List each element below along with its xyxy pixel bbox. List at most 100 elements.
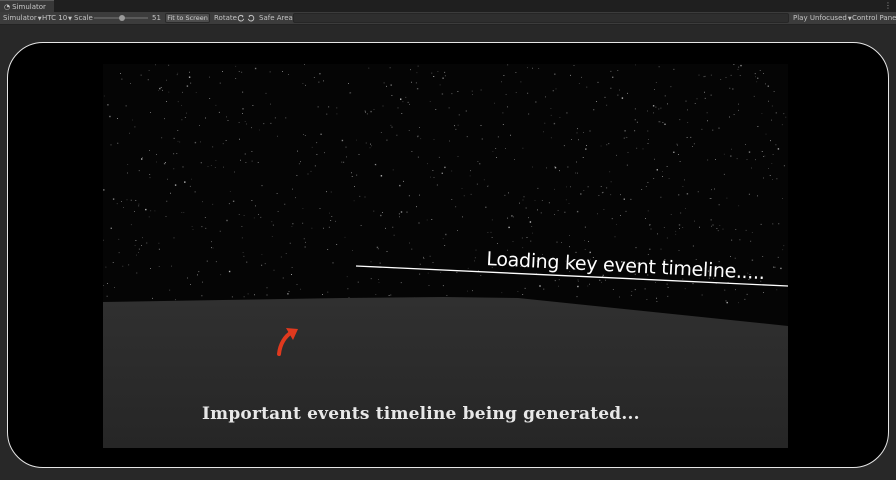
star <box>222 143 224 145</box>
star <box>673 151 675 153</box>
star <box>261 264 263 266</box>
star <box>351 172 352 174</box>
star <box>479 163 481 165</box>
star <box>222 71 223 72</box>
star <box>660 248 662 250</box>
fit-to-screen-button[interactable]: Fit to Screen <box>165 13 210 23</box>
star <box>532 232 533 234</box>
star <box>329 212 330 214</box>
star <box>501 81 502 83</box>
star <box>194 191 196 193</box>
safe-area-toggle[interactable]: Safe Area <box>259 12 293 24</box>
rotate-right-icon[interactable] <box>247 14 255 22</box>
star <box>128 264 130 266</box>
simulator-tab[interactable]: ◔ Simulator <box>0 0 54 12</box>
star <box>775 144 777 146</box>
rotate-left-icon[interactable] <box>237 14 245 22</box>
star <box>710 94 712 96</box>
star <box>177 140 179 142</box>
star <box>326 191 327 193</box>
star <box>757 77 759 79</box>
star <box>780 267 782 270</box>
star <box>323 227 324 229</box>
star <box>634 108 636 110</box>
star <box>692 146 693 147</box>
star <box>303 134 304 135</box>
star <box>417 136 419 138</box>
star <box>254 67 257 70</box>
star <box>383 82 385 84</box>
star <box>192 229 194 230</box>
star <box>223 166 224 168</box>
star <box>662 176 663 177</box>
star <box>130 199 132 201</box>
star <box>737 68 739 70</box>
star <box>485 206 487 208</box>
star <box>554 166 556 168</box>
star <box>785 116 787 118</box>
star <box>346 276 348 278</box>
star <box>490 231 492 233</box>
star <box>666 283 668 285</box>
star <box>620 215 621 216</box>
star <box>623 137 625 139</box>
device-dropdown[interactable]: HTC 10▼ <box>42 12 72 24</box>
star <box>318 81 320 83</box>
star <box>205 227 207 229</box>
star <box>167 178 168 180</box>
star <box>444 245 446 246</box>
star <box>282 71 283 72</box>
star <box>634 289 636 291</box>
star <box>130 83 131 84</box>
star <box>226 219 228 222</box>
star <box>561 242 562 243</box>
star <box>611 218 613 220</box>
star <box>763 73 764 74</box>
star <box>491 219 493 221</box>
star <box>411 151 413 152</box>
star <box>472 290 473 292</box>
star <box>135 240 137 241</box>
star <box>390 294 392 296</box>
control-panel-button[interactable]: Control Panel <box>852 12 896 24</box>
star <box>619 296 620 298</box>
star <box>258 214 259 215</box>
play-mode-dropdown[interactable]: Play Unfocused▼ <box>793 12 852 24</box>
star <box>739 75 741 76</box>
star <box>735 289 736 291</box>
star <box>219 82 221 84</box>
star <box>173 137 175 139</box>
star <box>155 64 156 66</box>
star <box>251 160 253 162</box>
star <box>158 90 159 91</box>
star <box>735 229 737 230</box>
star <box>673 68 675 70</box>
star <box>197 274 198 276</box>
star <box>103 239 104 241</box>
star <box>701 294 703 296</box>
star <box>710 198 712 199</box>
star <box>738 109 739 111</box>
star <box>522 147 524 149</box>
star <box>502 112 504 114</box>
star <box>600 186 602 187</box>
star <box>246 123 247 125</box>
star <box>353 200 355 202</box>
mode-dropdown[interactable]: Simulator▼ <box>3 12 42 24</box>
star <box>227 120 229 121</box>
star <box>527 92 529 94</box>
star <box>492 151 494 152</box>
star <box>745 144 746 145</box>
star <box>653 112 654 114</box>
scale-slider-thumb[interactable] <box>118 15 125 21</box>
star <box>775 112 777 114</box>
star <box>763 292 764 293</box>
star <box>336 244 338 245</box>
star <box>577 285 579 288</box>
star <box>593 109 595 111</box>
window-menu-icon[interactable]: ⋮ <box>884 1 892 11</box>
star <box>212 203 214 205</box>
star <box>209 76 210 78</box>
toolbar-spacer-field <box>293 13 789 23</box>
game-view[interactable]: Loading key event timeline..... Importan… <box>103 64 788 448</box>
